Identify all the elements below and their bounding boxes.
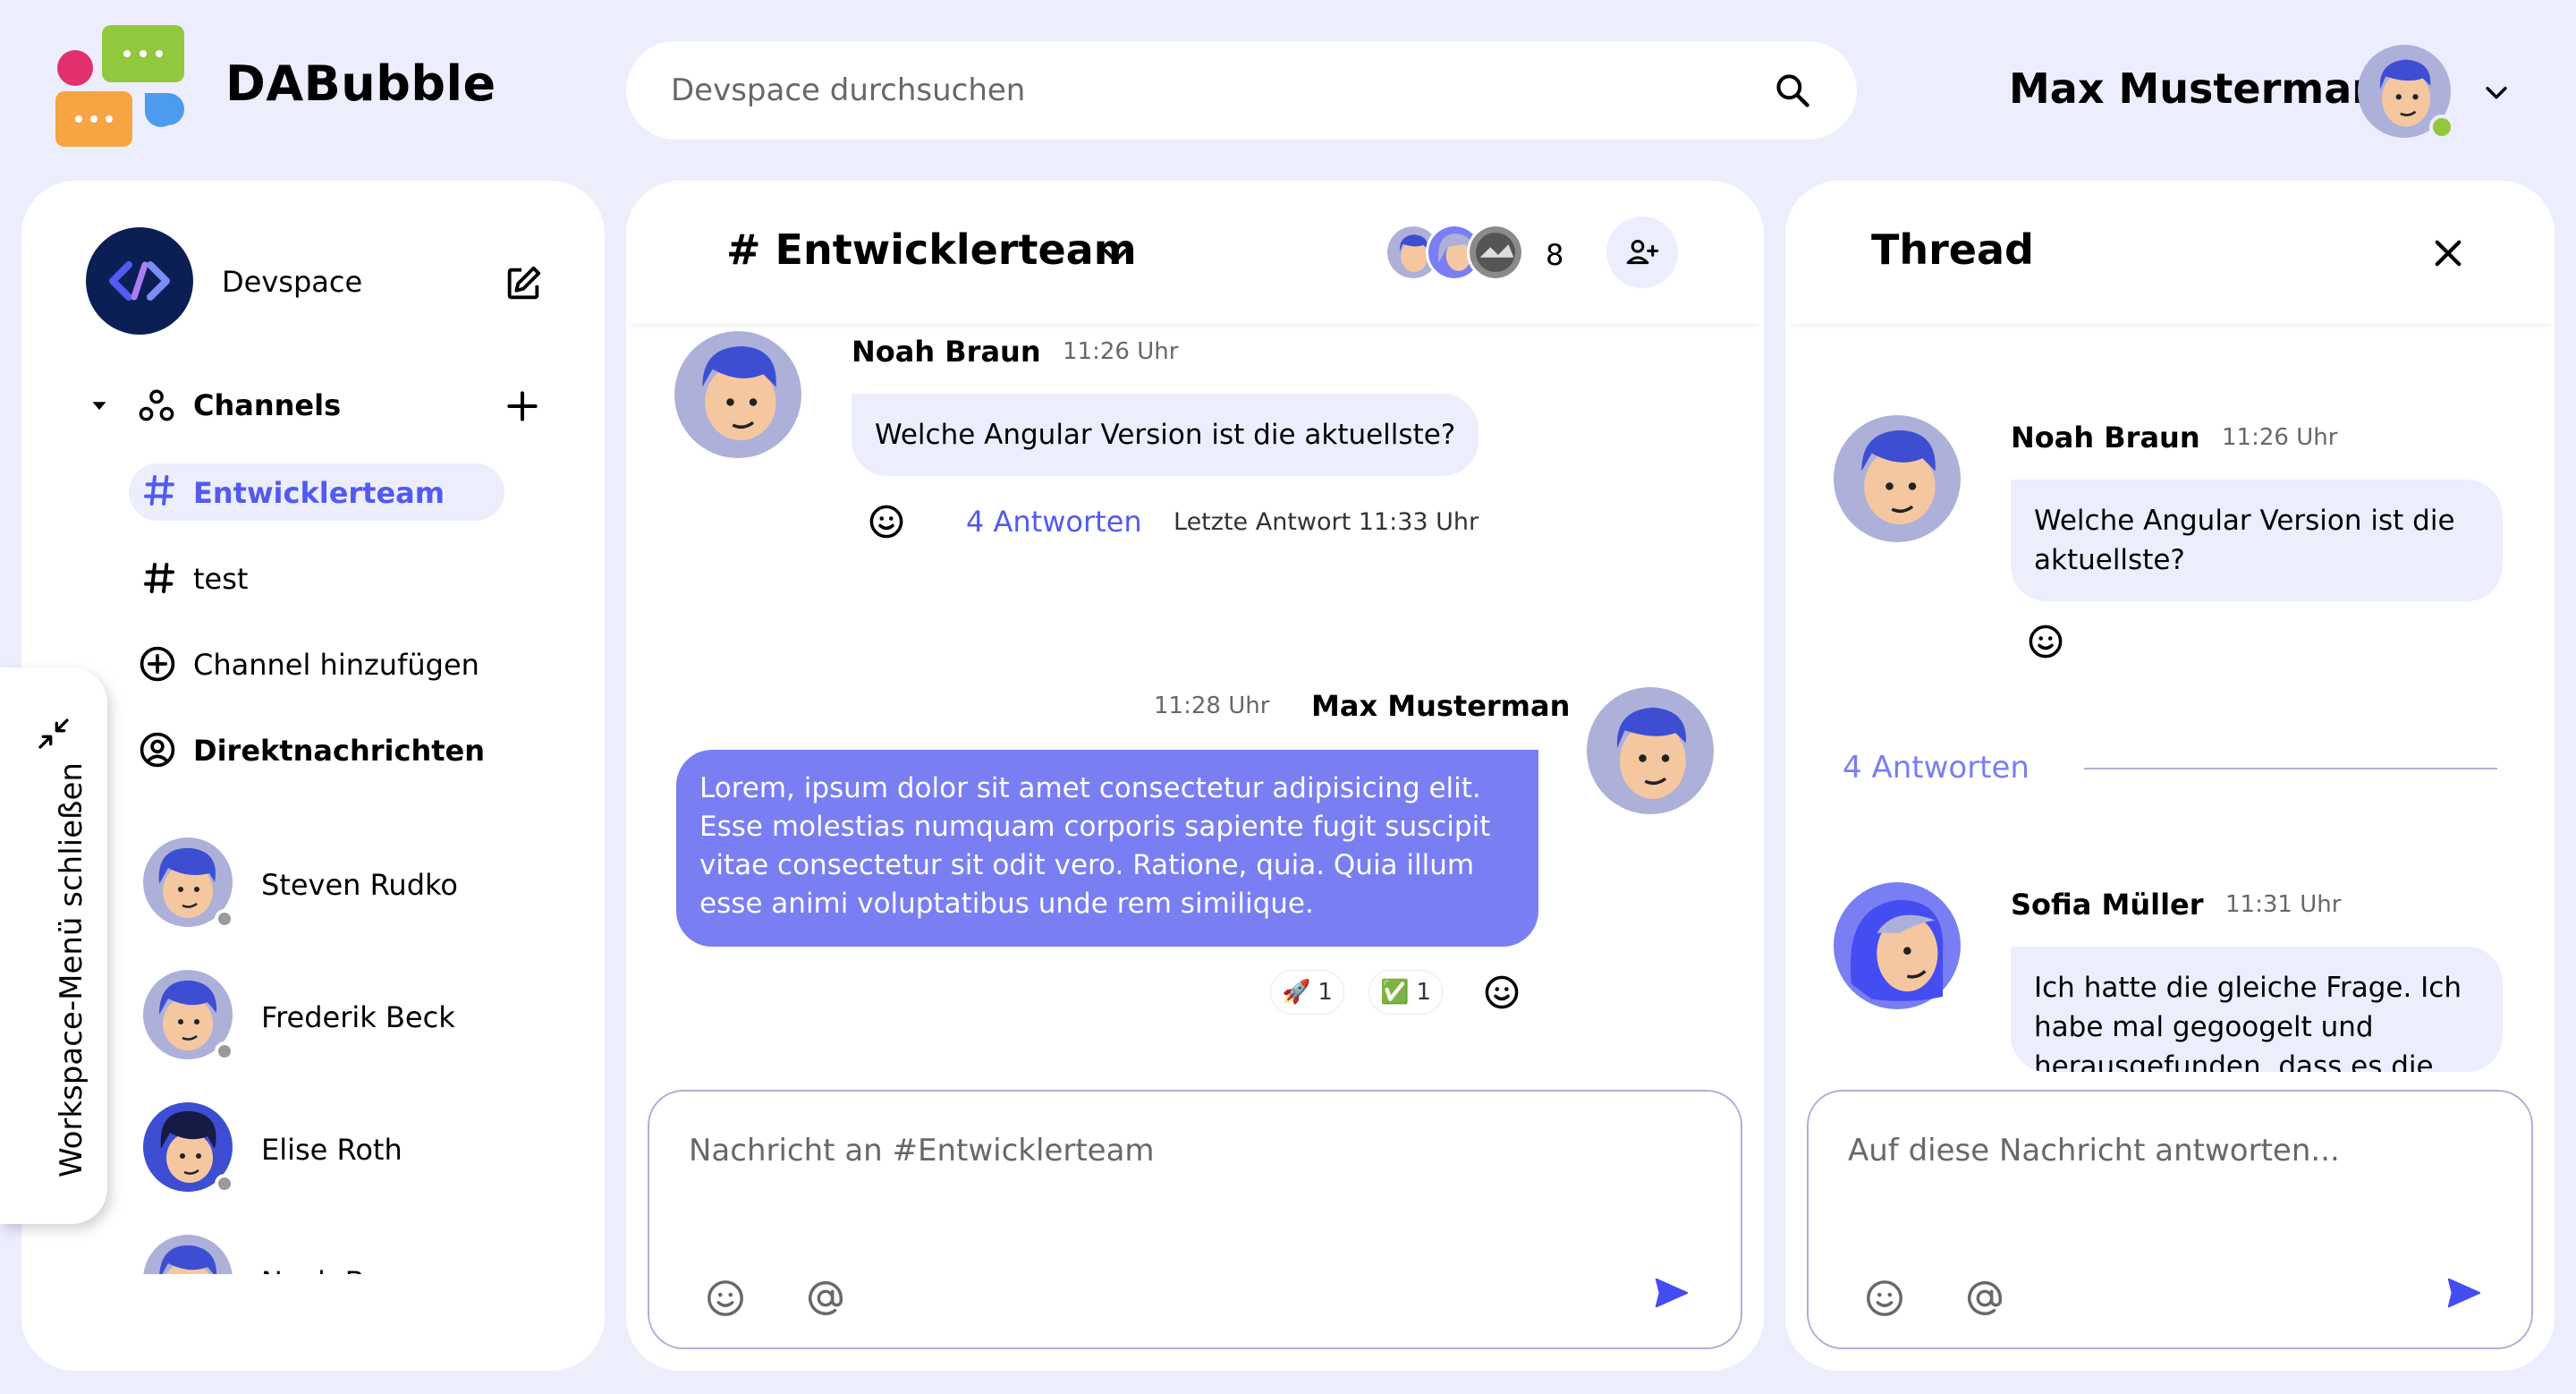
direct-messages-heading[interactable]: Direktnachrichten [193, 734, 485, 768]
chevron-down-icon[interactable] [2481, 77, 2512, 107]
message-author[interactable]: Sofia Müller [2011, 888, 2204, 922]
smiley-icon[interactable] [868, 503, 905, 540]
smiley-icon[interactable] [1864, 1278, 1905, 1319]
rocket-emoji: 🚀 [1282, 979, 1311, 1006]
contact-name[interactable]: Noah Braun [261, 1265, 430, 1274]
message-time: 11:31 Uhr [2225, 891, 2342, 918]
contact-name[interactable]: Elise Roth [261, 1133, 402, 1167]
message-input-placeholder[interactable]: Nachricht an #Entwicklerteam [689, 1133, 1155, 1169]
reaction-count: 1 [1416, 979, 1431, 1006]
account-circle-icon [140, 732, 175, 768]
reply-input[interactable]: Auf diese Nachricht antworten... [1807, 1090, 2533, 1349]
code-icon [109, 261, 170, 301]
close-icon[interactable] [2429, 234, 2467, 272]
workspace-menu-toggle-label[interactable]: Workspace-Menü schließen [54, 762, 89, 1177]
smiley-icon[interactable] [2027, 623, 2064, 660]
message-time: 11:26 Uhr [2222, 424, 2338, 451]
send-icon[interactable] [2444, 1272, 2485, 1313]
online-status-indicator [2429, 115, 2454, 140]
last-answer-time: Letzte Antwort 11:33 Uhr [1174, 508, 1479, 536]
workspace-name: Devspace [222, 265, 363, 299]
channel-label[interactable]: Entwicklerteam [193, 476, 445, 510]
sidebar-item-test[interactable]: test [193, 562, 248, 596]
status-indicator [215, 909, 234, 929]
status-indicator [215, 1041, 234, 1061]
smiley-icon[interactable] [1483, 973, 1521, 1011]
brand-name: DABubble [225, 55, 496, 112]
search-placeholder[interactable]: Devspace durchsuchen [671, 72, 1773, 108]
channels-heading[interactable]: Channels [193, 388, 341, 422]
add-circle-icon[interactable] [138, 644, 177, 684]
hash-icon [144, 563, 174, 593]
message-author[interactable]: Noah Braun [2011, 421, 2200, 455]
message-text: Welche Angular Version ist die aktuellst… [2034, 505, 2455, 576]
smiley-icon[interactable] [705, 1278, 746, 1319]
contact-name[interactable]: Frederik Beck [261, 1000, 455, 1034]
status-indicator [215, 1174, 234, 1194]
search-icon[interactable] [1773, 71, 1812, 110]
check-emoji: ✅ [1380, 979, 1410, 1006]
reaction-count: 1 [1318, 979, 1333, 1006]
contact-name[interactable]: Steven Rudko [261, 868, 458, 902]
own-message-bubble: Lorem, ipsum dolor sit amet consectetur … [676, 750, 1538, 947]
add-icon[interactable] [503, 387, 542, 426]
hash-icon [144, 475, 174, 506]
reaction-check[interactable]: ✅ 1 [1368, 970, 1443, 1015]
search-bar[interactable]: Devspace durchsuchen [626, 41, 1857, 140]
member-avatar[interactable] [1467, 224, 1524, 281]
workspaces-icon [139, 389, 174, 421]
message-time: 11:28 Uhr [1154, 693, 1270, 719]
message-author[interactable]: Max Musterman [1311, 689, 1570, 723]
caret-down-icon[interactable] [86, 392, 113, 419]
channel-title[interactable]: # Entwicklerteam [726, 225, 1137, 274]
reaction-rocket[interactable]: 🚀 1 [1270, 970, 1344, 1015]
thread-answers-link[interactable]: 4 Antworten [966, 505, 1142, 539]
chevron-down-icon[interactable] [1098, 238, 1132, 272]
message-text: Ich hatte die gleiche Frage. Ich habe ma… [2034, 972, 2462, 1072]
at-sign-icon[interactable] [805, 1278, 846, 1319]
workspace-sidebar [21, 181, 605, 1371]
reply-bubble: Ich hatte die gleiche Frage. Ich habe ma… [2011, 947, 2503, 1072]
message-text: Welche Angular Version ist die aktuellst… [875, 419, 1456, 451]
current-user-name[interactable]: Max Musterman [2009, 64, 2381, 113]
add-channel-button[interactable]: Channel hinzufügen [193, 648, 479, 682]
add-member-button[interactable] [1606, 217, 1678, 288]
reply-input-placeholder[interactable]: Auf diese Nachricht antworten... [1848, 1133, 2340, 1169]
add-person-icon[interactable] [1624, 234, 1660, 270]
avatar[interactable] [1587, 687, 1714, 814]
at-sign-icon[interactable] [1964, 1278, 2005, 1319]
avatar[interactable] [674, 331, 801, 458]
send-icon[interactable] [1651, 1272, 1692, 1313]
avatar[interactable] [1834, 415, 1961, 542]
message-input[interactable]: Nachricht an #Entwicklerteam [648, 1090, 1742, 1349]
divider [2084, 768, 2497, 769]
message-text: Lorem, ipsum dolor sit amet consectetur … [699, 772, 1491, 920]
thread-root-bubble: Welche Angular Version ist die aktuellst… [2011, 480, 2503, 601]
message-author[interactable]: Noah Braun [852, 335, 1041, 369]
dabubble-logo [55, 25, 184, 147]
workspace-logo [86, 227, 193, 335]
avatar[interactable] [1834, 882, 1961, 1009]
avatar[interactable] [143, 1235, 233, 1274]
edit-square-icon[interactable] [503, 263, 544, 304]
message-bubble: Welche Angular Version ist die aktuellst… [852, 394, 1479, 476]
message-time: 11:26 Uhr [1063, 338, 1179, 365]
thread-answers-divider: 4 Antworten [1843, 750, 2029, 786]
member-count[interactable]: 8 [1546, 238, 1563, 272]
contact-row-clipped[interactable]: Noah Braun [134, 1229, 510, 1274]
collapse-icon[interactable] [36, 716, 72, 752]
thread-title: Thread [1871, 225, 2034, 274]
